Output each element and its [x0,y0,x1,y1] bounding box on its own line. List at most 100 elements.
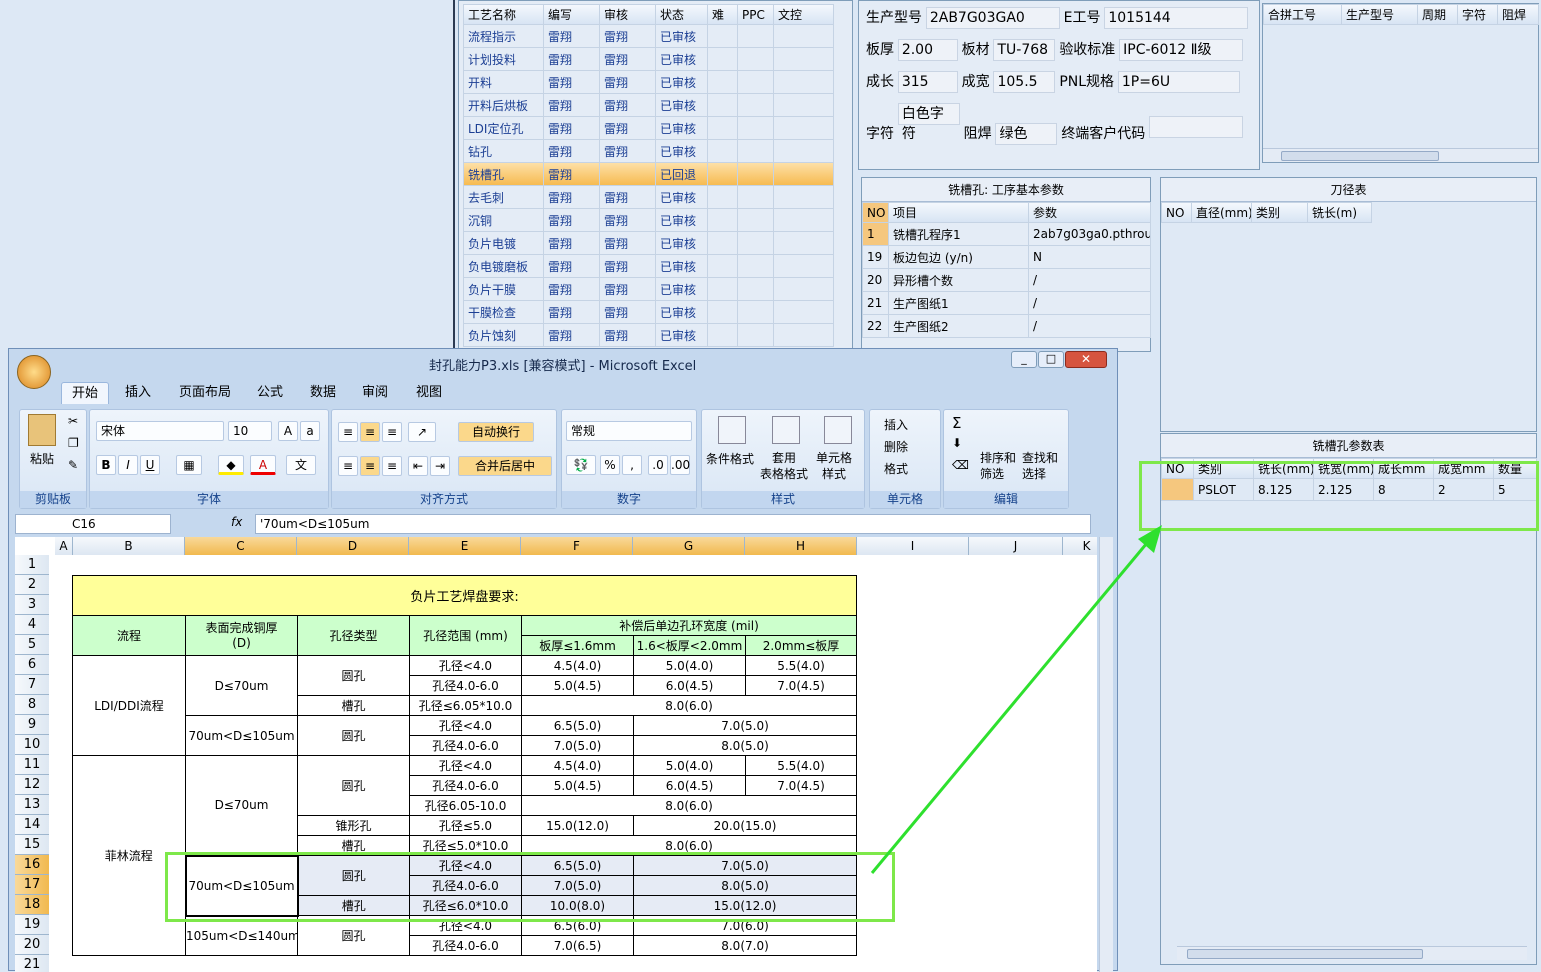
cell[interactable]: 雷翔 [599,254,656,278]
char-field[interactable]: 白色字符 [897,103,960,142]
cell[interactable]: 沉铜 [463,208,544,232]
format-cells-button[interactable]: 格式 [884,460,908,477]
cell[interactable]: 4.5(4.0) [521,655,634,676]
cell[interactable]: 20.0(15.0) [632,815,858,836]
cell[interactable]: 19 [862,245,889,269]
col-header[interactable]: 周期 [1417,4,1458,25]
row-header[interactable]: 16 [15,855,49,875]
cell[interactable]: 异形槽个数 [888,268,1029,292]
align-middle-icon[interactable]: ≡ [360,422,380,442]
font-color-icon[interactable]: A [250,455,276,475]
table-row[interactable]: 19 板边包边 (y/n) N [862,245,1151,269]
cell[interactable]: 孔径≤5.0 [409,815,522,836]
cell[interactable]: 雷翔 [543,323,600,347]
merge-center-button[interactable]: 合并后居中 [458,456,552,476]
cell[interactable]: 1 [862,222,889,246]
col-header[interactable]: 参数 [1028,202,1151,223]
fx-icon[interactable]: fx [231,515,242,529]
cell[interactable]: 干膜检查 [463,300,544,324]
cell[interactable] [773,70,834,94]
column-header[interactable]: G [633,537,745,555]
row-header[interactable]: 5 [15,635,49,655]
close-button[interactable]: ✕ [1065,351,1107,368]
combo-scrollbar[interactable] [1263,148,1538,162]
phonetic-icon[interactable]: 文 [286,455,316,475]
align-bottom-icon[interactable]: ≡ [382,422,402,442]
cell[interactable]: 21 [862,291,889,315]
cell[interactable] [737,277,774,301]
cell[interactable]: 锥形孔 [297,815,410,836]
cell[interactable]: 5.5(4.0) [744,655,858,676]
cell[interactable]: 15.0(12.0) [521,815,634,836]
cell[interactable]: 铣槽孔 [463,162,544,186]
find-select-label[interactable]: 查找和 选择 [1022,450,1058,482]
cell[interactable]: 槽孔 [297,695,410,716]
row-header[interactable]: 12 [15,775,49,795]
cell[interactable]: 5.0(4.0) [633,655,746,676]
cell[interactable]: 流程 [72,615,186,656]
cell[interactable]: 雷翔 [543,277,600,301]
decrease-decimal-icon[interactable]: .00 [670,455,690,475]
table-row[interactable]: LDI定位孔 雷翔 雷翔 已审核 [463,116,834,140]
cell[interactable]: 雷翔 [599,323,656,347]
cell[interactable]: 雷翔 [599,185,656,209]
cell[interactable] [773,93,834,117]
col-header[interactable]: 文控 [773,4,834,25]
cell[interactable]: 开料后烘板 [463,93,544,117]
cell[interactable]: 雷翔 [543,24,600,48]
align-top-icon[interactable]: ≡ [338,422,358,442]
cell[interactable]: 圆孔 [297,755,410,816]
paste-label[interactable]: 粘贴 [30,450,54,467]
table-row[interactable]: 负电镀磨板 雷翔 雷翔 已审核 [463,254,834,278]
clear-icon[interactable]: ⌫ [952,458,969,472]
tab-insert[interactable]: 插入 [115,382,161,404]
comma-icon[interactable]: , [622,455,642,475]
cell[interactable]: 5.0(4.5) [521,675,634,696]
cell[interactable]: 5.0(4.5) [521,775,634,796]
table-row[interactable]: 去毛刺 雷翔 雷翔 已审核 [463,185,834,209]
cell[interactable]: 雷翔 [599,24,656,48]
cell[interactable] [707,139,738,163]
col-header[interactable]: 直径(mm) [1191,202,1252,223]
cell[interactable] [737,116,774,140]
col-header[interactable]: PPC [737,4,774,25]
cell[interactable]: 雷翔 [543,116,600,140]
cell[interactable]: 已审核 [655,139,708,163]
cell[interactable]: N [1028,245,1151,269]
cell[interactable]: 孔径范围 (mm) [409,615,522,656]
cell[interactable]: 生产图纸2 [888,314,1029,338]
table-row[interactable]: 负片蚀刻 雷翔 雷翔 已审核 [463,323,834,347]
cell[interactable]: 5.0(4.0) [633,755,746,776]
cell[interactable]: 已审核 [655,231,708,255]
cell[interactable]: 5.5(4.0) [744,755,858,776]
cell[interactable] [773,231,834,255]
cell[interactable]: 8.0(5.0) [632,735,858,756]
number-format-select[interactable]: 常规 [566,421,692,441]
row-header[interactable]: 17 [15,875,49,895]
cell[interactable] [707,277,738,301]
row-header[interactable]: 7 [15,675,49,695]
table-row[interactable]: 开料 雷翔 雷翔 已审核 [463,70,834,94]
cell[interactable]: 7.0(4.5) [744,675,858,696]
column-header[interactable]: A [55,537,73,555]
cell[interactable]: LDI定位孔 [463,116,544,140]
cell[interactable]: 雷翔 [543,139,600,163]
cell[interactable]: 雷翔 [599,231,656,255]
cell[interactable] [737,254,774,278]
cell[interactable]: 补偿后单边孔环宽度 (mil) [520,615,858,636]
customer-field[interactable] [1149,116,1244,138]
italic-icon[interactable]: I [118,455,138,475]
column-header[interactable]: C [185,537,297,555]
cell[interactable] [737,93,774,117]
cell[interactable]: 雷翔 [543,300,600,324]
autosum-icon[interactable]: Σ [952,414,961,432]
office-button[interactable] [17,355,51,389]
currency-icon[interactable]: 💱 [566,455,596,475]
cell[interactable] [707,323,738,347]
cell[interactable]: 雷翔 [599,70,656,94]
cell[interactable] [773,116,834,140]
cell[interactable]: 孔径类型 [297,615,410,656]
col-header[interactable]: NO [862,202,889,223]
cell[interactable]: 流程指示 [463,24,544,48]
cell[interactable] [599,162,656,186]
